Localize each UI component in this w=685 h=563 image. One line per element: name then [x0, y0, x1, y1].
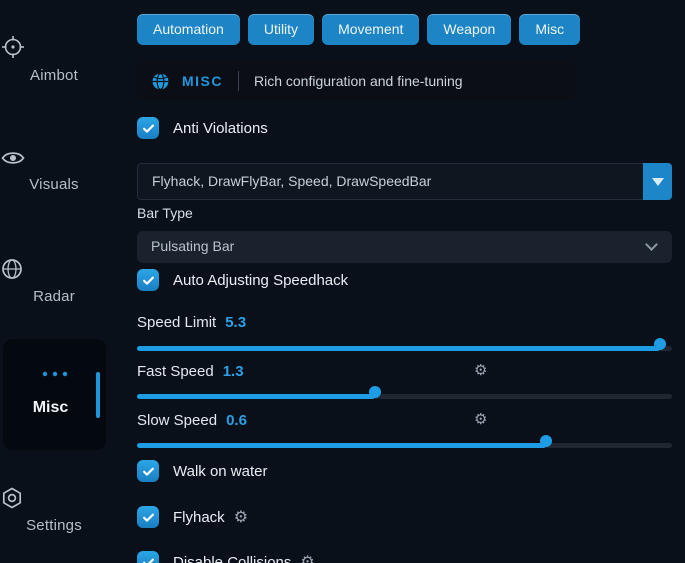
- slider-value: 1.3: [223, 363, 244, 380]
- sidebar-item-visuals[interactable]: Visuals: [0, 147, 108, 194]
- gear-icon[interactable]: ⚙: [474, 363, 487, 378]
- slider-label: Speed Limit: [137, 314, 216, 331]
- ellipsis-icon: [42, 371, 68, 377]
- slider-fill: [137, 346, 660, 351]
- multiselect-value: Flyhack, DrawFlyBar, Speed, DrawSpeedBar: [152, 164, 431, 199]
- checkbox-label: Disable Collisions: [173, 554, 291, 563]
- slider-handle[interactable]: [369, 386, 381, 398]
- globe-icon: [151, 72, 170, 91]
- header-divider: [238, 71, 239, 91]
- crosshair-icon: [0, 34, 108, 60]
- sidebar-item-label: Radar: [33, 288, 75, 305]
- fast-speed-slider[interactable]: [137, 386, 672, 406]
- disable-collisions-checkbox[interactable]: [137, 551, 159, 563]
- tab-weapon[interactable]: Weapon: [427, 14, 511, 45]
- section-subtitle: Rich configuration and fine-tuning: [254, 73, 463, 89]
- main-content: Automation Utility Movement Weapon Misc …: [137, 0, 672, 563]
- chevron-down-icon: [645, 238, 658, 251]
- anti-violations-checkbox[interactable]: [137, 117, 159, 139]
- auto-adjusting-speedhack-checkbox[interactable]: [137, 269, 159, 291]
- slider-fill: [137, 443, 546, 448]
- checkbox-row-flyhack: Flyhack ⚙: [137, 505, 248, 529]
- checkbox-label: Walk on water: [173, 463, 267, 480]
- gear-icon[interactable]: ⚙: [234, 509, 248, 525]
- slow-speed-label-row: Slow Speed 0.6: [137, 410, 247, 430]
- slider-handle[interactable]: [654, 338, 666, 350]
- flyhack-checkbox[interactable]: [137, 506, 159, 528]
- sidebar-item-label: Visuals: [29, 176, 78, 193]
- check-icon: [141, 510, 156, 525]
- slider-fill: [137, 394, 375, 399]
- gear-icon: [0, 486, 108, 510]
- tab-misc[interactable]: Misc: [519, 14, 580, 45]
- checkbox-label: Flyhack: [173, 509, 225, 526]
- bar-type-select[interactable]: Pulsating Bar: [137, 231, 672, 263]
- slider-value: 5.3: [225, 314, 246, 331]
- eye-icon: [0, 147, 108, 169]
- slider-label: Fast Speed: [137, 363, 214, 380]
- section-header: MISC Rich configuration and fine-tuning: [137, 62, 575, 100]
- dropdown-arrow-icon: [652, 178, 664, 186]
- slider-handle[interactable]: [540, 435, 552, 447]
- checkbox-row-anti-violations: Anti Violations: [137, 116, 268, 140]
- tab-movement[interactable]: Movement: [322, 14, 419, 45]
- section-title: MISC: [182, 73, 223, 89]
- checkbox-label: Anti Violations: [173, 120, 268, 137]
- sidebar-item-settings[interactable]: Settings: [0, 486, 108, 535]
- fast-speed-label-row: Fast Speed 1.3: [137, 361, 244, 381]
- checkbox-row-auto-adjusting-speedhack: Auto Adjusting Speedhack: [137, 268, 348, 292]
- select-value: Pulsating Bar: [151, 231, 234, 262]
- slider-value: 0.6: [226, 412, 247, 429]
- gear-icon[interactable]: ⚙: [474, 412, 487, 427]
- active-indicator: [96, 372, 100, 418]
- check-icon: [141, 555, 156, 563]
- sidebar-item-radar[interactable]: Radar: [0, 257, 108, 306]
- bar-flags-multiselect[interactable]: Flyhack, DrawFlyBar, Speed, DrawSpeedBar: [137, 163, 672, 200]
- tab-bar: Automation Utility Movement Weapon Misc: [137, 14, 580, 45]
- slow-speed-slider[interactable]: [137, 435, 672, 455]
- tab-automation[interactable]: Automation: [137, 14, 240, 45]
- sidebar-item-label: Settings: [26, 517, 82, 534]
- speed-limit-slider[interactable]: [137, 338, 672, 358]
- speed-limit-label-row: Speed Limit 5.3: [137, 312, 246, 332]
- slider-label: Slow Speed: [137, 412, 217, 429]
- check-icon: [141, 464, 156, 479]
- sidebar-item-misc[interactable]: Misc: [3, 339, 106, 450]
- checkbox-row-disable-collisions: Disable Collisions ⚙: [137, 550, 315, 563]
- check-icon: [141, 273, 156, 288]
- sidebar-item-label: Aimbot: [30, 67, 78, 84]
- checkbox-row-walk-on-water: Walk on water: [137, 459, 267, 483]
- walk-on-water-checkbox[interactable]: [137, 460, 159, 482]
- checkbox-label: Auto Adjusting Speedhack: [173, 272, 348, 289]
- sidebar-item-label: Misc: [3, 399, 98, 417]
- bar-type-label: Bar Type: [137, 205, 193, 221]
- globe-icon: [0, 257, 108, 281]
- sidebar: Aimbot Visuals Radar: [0, 0, 122, 563]
- app-window: Aimbot Visuals Radar: [0, 0, 685, 563]
- check-icon: [141, 121, 156, 136]
- tab-utility[interactable]: Utility: [248, 14, 314, 45]
- sidebar-item-aimbot[interactable]: Aimbot: [0, 34, 108, 85]
- gear-icon[interactable]: ⚙: [300, 554, 314, 563]
- dropdown-button[interactable]: [643, 163, 672, 200]
